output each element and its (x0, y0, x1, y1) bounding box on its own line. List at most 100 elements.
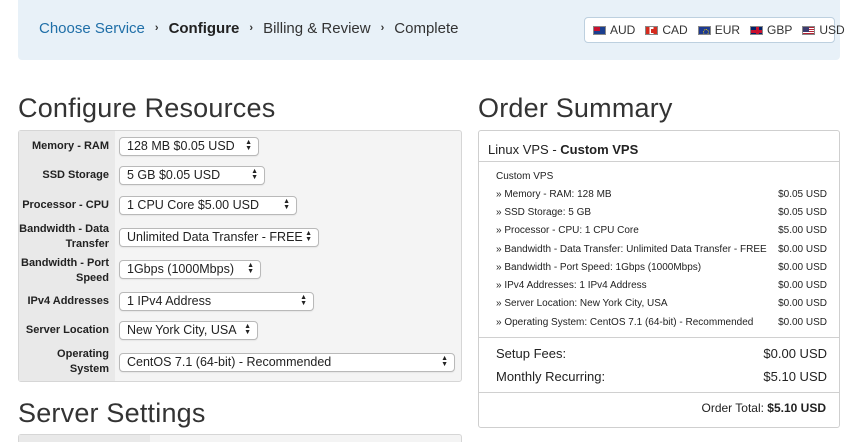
config-label: Server Location (25, 324, 109, 336)
flag-us-icon (802, 25, 816, 35)
line-price: $0.00 USD (778, 244, 827, 255)
select-value: New York City, USA (127, 323, 237, 337)
product-name: Custom VPS (560, 142, 639, 157)
line-price: $0.00 USD (778, 298, 827, 309)
product-group: Linux VPS - (488, 142, 561, 157)
line-price: $0.00 USD (778, 280, 827, 291)
divider (479, 161, 839, 162)
order-total: Order Total: $5.10 USD (701, 401, 826, 415)
currency-code: EUR (714, 23, 741, 37)
crumb-choose-service[interactable]: Choose Service (39, 20, 145, 37)
ipv4-select[interactable]: 1 IPv4 Address ▲ ▼ (119, 292, 314, 311)
currency-selector: AUD CAD EUR GBP USD (584, 17, 845, 43)
currency-eur[interactable]: EUR (697, 23, 741, 37)
summary-line: » SSD Storage: 5 GB $0.05 USD (496, 207, 827, 218)
cpu-select[interactable]: 1 CPU Core $5.00 USD ▲ ▼ (119, 196, 297, 215)
memory-select[interactable]: 128 MB $0.05 USD ▲ ▼ (119, 137, 259, 156)
config-row-cpu: Processor - CPU 1 CPU Core $5.00 USD ▲ ▼ (19, 196, 461, 215)
flag-gb-icon (750, 25, 764, 35)
flag-eu-icon (697, 25, 711, 35)
monthly-recurring-value: $5.10 USD (763, 369, 827, 384)
currency-code: USD (819, 23, 845, 37)
crumb-billing-review: Billing & Review (263, 20, 371, 37)
line-desc: » IPv4 Addresses: 1 IPv4 Address (496, 280, 647, 291)
currency-gbp[interactable]: GBP (750, 23, 792, 37)
config-row-data-transfer: Bandwidth - Data Transfer Unlimited Data… (19, 222, 461, 252)
breadcrumb-separator: › (154, 21, 159, 34)
setup-fees-value: $0.00 USD (763, 346, 827, 361)
select-caret-icon: ▲ ▼ (283, 198, 290, 211)
line-price: $0.00 USD (778, 317, 827, 328)
line-desc: » Server Location: New York City, USA (496, 298, 668, 309)
currency-aud[interactable]: AUD (593, 23, 635, 37)
port-speed-select[interactable]: 1Gbps (1000Mbps) ▲ ▼ (119, 260, 261, 279)
currency-cad[interactable]: CAD (645, 23, 688, 37)
line-desc: » SSD Storage: 5 GB (496, 207, 592, 218)
config-row-location: Server Location New York City, USA ▲ ▼ (19, 321, 461, 340)
summary-product-title: Linux VPS - Custom VPS (488, 142, 638, 157)
order-summary-panel: Linux VPS - Custom VPS Custom VPS » Memo… (478, 130, 840, 428)
currency-usd[interactable]: USD (802, 23, 845, 37)
select-caret-icon: ▲ ▼ (300, 294, 307, 307)
line-desc: » Operating System: CentOS 7.1 (64-bit) … (496, 317, 754, 328)
crumb-complete: Complete (394, 20, 459, 37)
currency-code: GBP (767, 23, 793, 37)
select-value: 1 IPv4 Address (127, 294, 212, 308)
config-row-port-speed: Bandwidth - Port Speed 1Gbps (1000Mbps) … (19, 256, 461, 286)
currency-code: AUD (610, 23, 636, 37)
line-desc: » Bandwidth - Port Speed: 1Gbps (1000Mbp… (496, 262, 702, 273)
breadcrumb-separator: › (380, 21, 385, 34)
summary-line: » Operating System: CentOS 7.1 (64-bit) … (496, 317, 827, 328)
config-label: IPv4 Addresses (27, 295, 109, 307)
order-summary-heading: Order Summary (478, 93, 673, 123)
line-desc: » Bandwidth - Data Transfer: Unlimited D… (496, 244, 767, 255)
select-caret-icon: ▲ ▼ (245, 139, 252, 152)
select-caret-icon: ▲ ▼ (441, 355, 448, 368)
flag-ca-icon (645, 25, 659, 35)
summary-line: » IPv4 Addresses: 1 IPv4 Address $0.00 US… (496, 280, 827, 291)
summary-line: » Processor - CPU: 1 CPU Core $5.00 USD (496, 225, 827, 236)
divider (479, 392, 839, 393)
select-value: 1Gbps (1000Mbps) (127, 262, 235, 276)
line-price: $5.00 USD (778, 225, 827, 236)
line-desc: » Processor - CPU: 1 CPU Core (496, 225, 639, 236)
select-value: Unlimited Data Transfer - FREE (127, 230, 303, 244)
line-desc: » Memory - RAM: 128 MB (496, 189, 612, 200)
line-price: $0.05 USD (778, 207, 827, 218)
configure-heading: Configure Resources (18, 93, 276, 123)
flag-au-icon (593, 25, 606, 35)
summary-subtitle: Custom VPS (496, 171, 554, 182)
summary-line: » Bandwidth - Port Speed: 1Gbps (1000Mbp… (496, 262, 827, 273)
top-bar: Choose Service › Configure › Billing & R… (18, 0, 845, 60)
config-row-storage: SSD Storage 5 GB $0.05 USD ▲ ▼ (19, 166, 461, 185)
configure-panel: Memory - RAM 128 MB $0.05 USD ▲ ▼ SSD Sto… (18, 130, 462, 382)
config-row-ipv4: IPv4 Addresses 1 IPv4 Address ▲ ▼ (19, 292, 461, 311)
order-total-label: Order Total: (701, 401, 768, 415)
os-select[interactable]: CentOS 7.1 (64-bit) - Recommended ▲ ▼ (119, 353, 455, 372)
monthly-recurring-label: Monthly Recurring: (496, 369, 606, 384)
select-caret-icon: ▲ ▼ (251, 168, 258, 181)
storage-select[interactable]: 5 GB $0.05 USD ▲ ▼ (119, 166, 265, 185)
config-label: Processor - CPU (22, 199, 109, 211)
data-transfer-select[interactable]: Unlimited Data Transfer - FREE ▲ ▼ (119, 228, 319, 247)
divider (479, 337, 839, 338)
order-total-value: $5.10 USD (767, 401, 826, 415)
config-label: SSD Storage (42, 169, 109, 181)
location-select[interactable]: New York City, USA ▲ ▼ (119, 321, 258, 340)
select-caret-icon: ▲ ▼ (247, 262, 254, 275)
select-value: 1 CPU Core $5.00 USD (127, 198, 260, 212)
currency-code: CAD (662, 23, 688, 37)
config-label: Memory - RAM (31, 140, 109, 152)
line-price: $0.05 USD (778, 189, 827, 200)
setup-fees-label: Setup Fees: (496, 346, 567, 361)
server-settings-heading: Server Settings (18, 398, 206, 428)
setup-fees-row: Setup Fees: $0.00 USD (496, 346, 827, 361)
config-label: Bandwidth - Data Transfer (19, 223, 109, 250)
monthly-recurring-row: Monthly Recurring: $5.10 USD (496, 369, 827, 384)
select-caret-icon: ▲ ▼ (305, 230, 312, 243)
select-value: 128 MB $0.05 USD (127, 139, 235, 153)
select-caret-icon: ▲ ▼ (244, 323, 251, 336)
summary-line: » Server Location: New York City, USA $0.… (496, 298, 827, 309)
line-price: $0.00 USD (778, 262, 827, 273)
crumb-configure: Configure (168, 20, 240, 37)
